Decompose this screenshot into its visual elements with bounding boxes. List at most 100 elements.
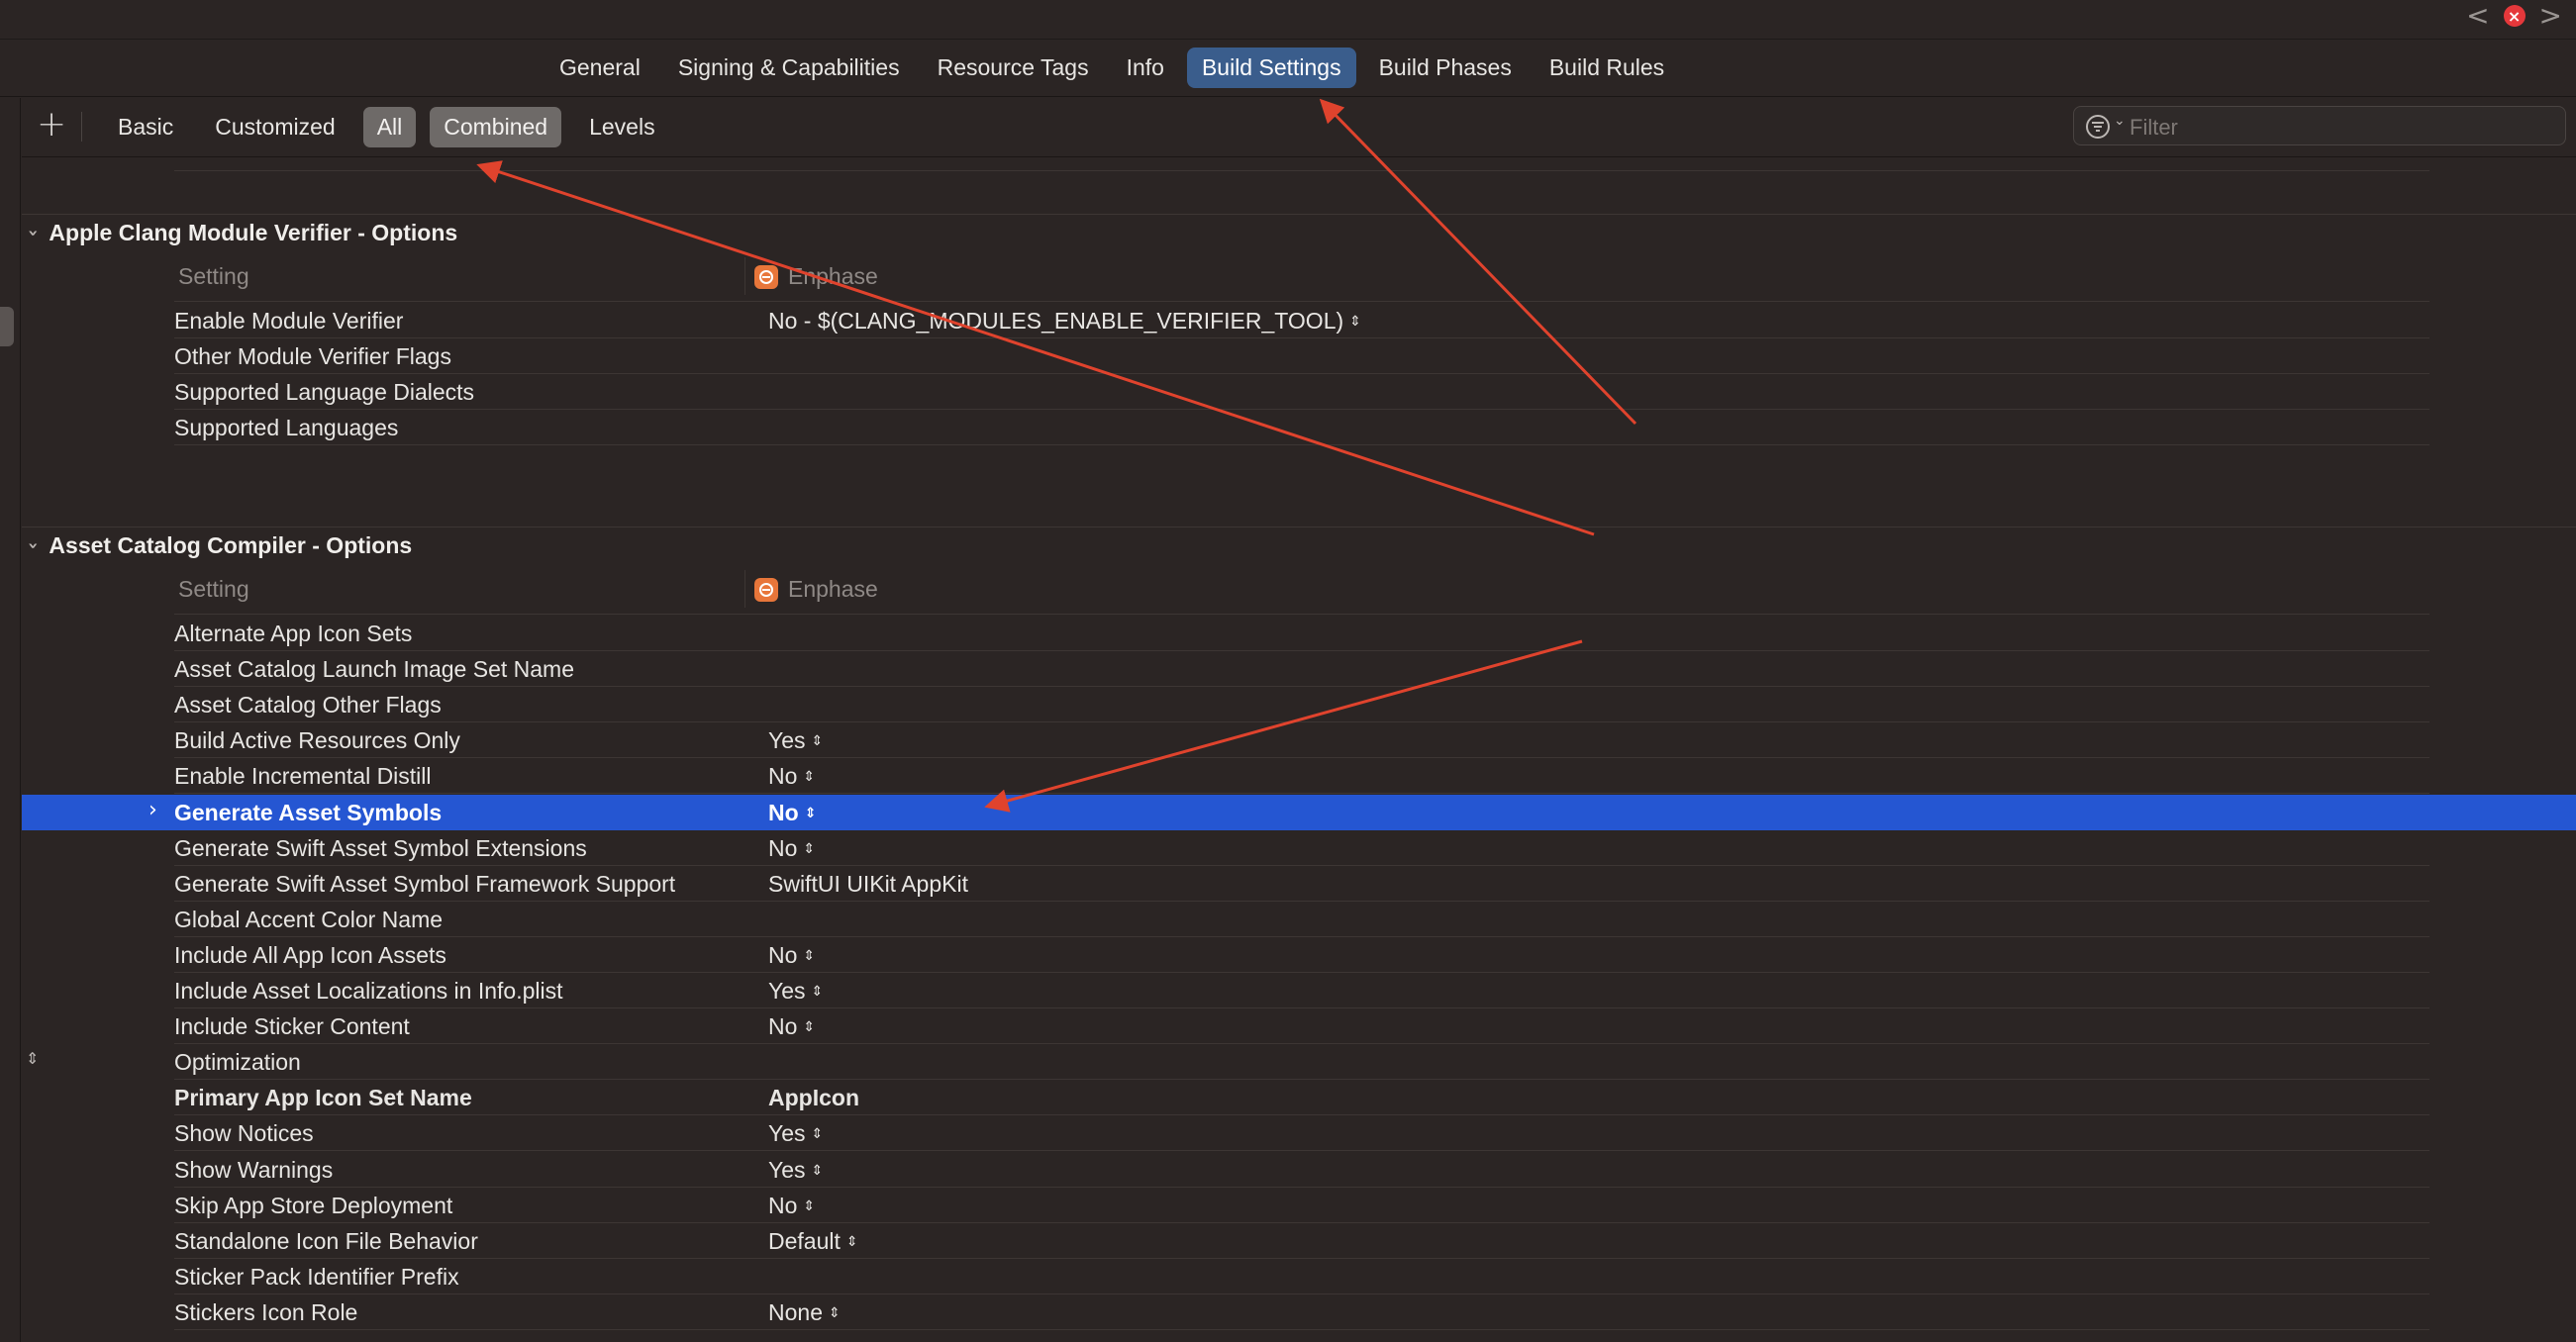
setting-name: Stickers Icon Role — [174, 1298, 358, 1325]
setting-row[interactable]: › Generate Asset Symbols No ⇕ — [22, 794, 2576, 830]
section-title: Apple Clang Module Verifier - Options — [49, 220, 458, 245]
tab-resource-tags[interactable]: Resource Tags — [923, 48, 1104, 88]
tab-build-rules[interactable]: Build Rules — [1535, 48, 1679, 88]
segment-basic[interactable]: Basic — [104, 107, 187, 147]
setting-row[interactable]: Optimization — [22, 1044, 2576, 1081]
column-header-setting: Setting — [178, 576, 249, 602]
setting-value-text: Yes — [768, 1120, 806, 1147]
up-down-chevron-icon[interactable]: ⇕ — [803, 1019, 815, 1035]
divider — [174, 301, 2429, 302]
forward-arrow-icon[interactable]: > — [2539, 2, 2562, 30]
setting-value[interactable]: Yes ⇕ — [768, 1120, 823, 1147]
up-down-chevron-icon[interactable]: ⇕ — [812, 1126, 824, 1142]
setting-row[interactable]: Generate Swift Asset Symbol Extensions No… — [22, 830, 2576, 866]
up-down-chevron-icon[interactable]: ⇕ — [803, 1198, 815, 1214]
segment-all[interactable]: All — [362, 107, 417, 147]
setting-row[interactable]: Supported Languages — [22, 410, 2576, 446]
sidebar-resize-handle[interactable] — [0, 307, 14, 346]
up-down-chevron-icon[interactable]: ⇕ — [846, 1234, 858, 1250]
tab-build-settings[interactable]: Build Settings — [1186, 48, 1356, 88]
setting-name: Sticker Pack Identifier Prefix — [174, 1263, 459, 1290]
tab-info[interactable]: Info — [1112, 48, 1179, 88]
up-down-chevron-icon[interactable]: ⇕ — [812, 984, 824, 1000]
setting-value-text: Yes — [768, 1156, 806, 1183]
chevron-down-icon[interactable]: ⌄ — [2114, 113, 2126, 129]
tab-build-phases[interactable]: Build Phases — [1364, 48, 1527, 88]
setting-value[interactable]: None ⇕ — [768, 1299, 841, 1326]
setting-row[interactable]: Supported Language Dialects — [22, 374, 2576, 411]
setting-name: Generate Swift Asset Symbol Extensions — [174, 834, 587, 861]
setting-row[interactable]: Other Module Verifier Flags — [22, 338, 2576, 375]
up-down-chevron-icon[interactable]: ⇕ — [812, 733, 824, 749]
up-down-chevron-icon[interactable]: ⇕ — [805, 806, 817, 821]
target-name: Enphase — [788, 263, 878, 289]
setting-row[interactable]: Sticker Pack Identifier Prefix — [22, 1259, 2576, 1294]
column-header-setting: Setting — [178, 263, 249, 289]
up-down-chevron-icon[interactable]: ⇕ — [1349, 314, 1361, 330]
column-divider — [744, 257, 745, 295]
setting-row[interactable]: Generate Swift Asset Symbol Framework Su… — [22, 866, 2576, 902]
setting-value[interactable]: Yes ⇕ — [768, 978, 823, 1005]
setting-value[interactable]: Default ⇕ — [768, 1228, 858, 1255]
up-down-chevron-icon[interactable]: ⇕ — [803, 948, 815, 964]
setting-row[interactable]: Stickers Icon Role None ⇕ — [22, 1294, 2576, 1330]
setting-value[interactable]: No ⇕ — [768, 1193, 815, 1219]
setting-row[interactable]: Enable Incremental Distill No ⇕ — [22, 758, 2576, 795]
close-icon[interactable]: × — [2503, 5, 2526, 27]
setting-row[interactable]: Asset Catalog Launch Image Set Name — [22, 651, 2576, 688]
setting-name: Optimization — [174, 1049, 301, 1076]
segment-customized[interactable]: Customized — [201, 107, 348, 147]
chevron-down-icon[interactable]: › — [23, 230, 44, 237]
tab-general[interactable]: General — [545, 48, 655, 88]
up-down-chevron-icon[interactable]: ⇕ — [803, 841, 815, 857]
setting-row[interactable]: Enable Module Verifier No - $(CLANG_MODUL… — [22, 303, 2576, 338]
setting-row[interactable]: Build Active Resources Only Yes ⇕ — [22, 722, 2576, 759]
setting-value[interactable]: No ⇕ — [768, 800, 816, 826]
setting-value[interactable]: No ⇕ — [768, 835, 815, 862]
tab-signing-capabilities[interactable]: Signing & Capabilities — [663, 48, 915, 88]
setting-row[interactable]: Alternate App Icon Sets — [22, 616, 2576, 651]
window-top-strip: < × > — [0, 0, 2576, 40]
section-header[interactable]: › Apple Clang Module Verifier - Options — [23, 220, 458, 246]
segment-levels[interactable]: Levels — [575, 107, 668, 147]
setting-name: Build Active Resources Only — [174, 727, 460, 754]
up-down-chevron-icon[interactable]: ⇕ — [812, 1163, 824, 1179]
setting-row[interactable]: Show Warnings Yes ⇕ — [22, 1152, 2576, 1188]
setting-name: Generate Swift Asset Symbol Framework Su… — [174, 870, 676, 897]
segment-combined[interactable]: Combined — [430, 107, 562, 147]
add-setting-icon[interactable]: + — [37, 104, 66, 144]
gutter-divider — [20, 98, 21, 1342]
setting-name: Show Notices — [174, 1120, 314, 1147]
column-divider — [744, 570, 745, 608]
setting-value-text: Default — [768, 1227, 841, 1254]
setting-row[interactable]: Skip App Store Deployment No ⇕ — [22, 1188, 2576, 1223]
setting-row[interactable]: Include All App Icon Assets No ⇕ — [22, 937, 2576, 973]
setting-row[interactable]: Include Asset Localizations in Info.plis… — [22, 973, 2576, 1008]
setting-name: Primary App Icon Set Name — [174, 1085, 472, 1111]
filter-input[interactable]: ⌄ Filter — [2073, 106, 2566, 145]
window-nav: < × > — [2466, 2, 2562, 30]
setting-row[interactable]: Standalone Icon File Behavior Default ⇕ — [22, 1223, 2576, 1259]
setting-row[interactable]: Global Accent Color Name — [22, 902, 2576, 937]
up-down-chevron-icon[interactable]: ⇕ — [829, 1305, 841, 1321]
setting-row[interactable]: Include Sticker Content No ⇕ — [22, 1008, 2576, 1045]
setting-name: Show Warnings — [174, 1156, 334, 1183]
setting-value[interactable]: No ⇕ — [768, 763, 815, 790]
setting-value[interactable]: Yes ⇕ — [768, 727, 823, 754]
editor-tab-bar: General Signing & Capabilities Resource Ta… — [0, 40, 2576, 97]
divider — [174, 614, 2429, 615]
setting-value[interactable]: Yes ⇕ — [768, 1157, 823, 1184]
setting-row[interactable]: Asset Catalog Other Flags — [22, 687, 2576, 723]
up-down-chevron-icon[interactable]: ⇕ — [803, 769, 815, 785]
disclosure-chevron-icon[interactable]: › — [149, 798, 157, 822]
setting-value-text: No — [768, 941, 798, 968]
setting-value[interactable]: No ⇕ — [768, 942, 815, 969]
section-header[interactable]: › Asset Catalog Compiler - Options — [23, 532, 412, 559]
back-arrow-icon[interactable]: < — [2466, 2, 2489, 30]
toolbar-divider — [81, 112, 82, 142]
setting-row[interactable]: Show Notices Yes ⇕ — [22, 1115, 2576, 1152]
setting-value[interactable]: No ⇕ — [768, 1013, 815, 1040]
chevron-down-icon[interactable]: › — [23, 542, 44, 549]
setting-row[interactable]: Primary App Icon Set Name AppIcon — [22, 1080, 2576, 1116]
setting-value[interactable]: No - $(CLANG_MODULES_ENABLE_VERIFIER_TOO… — [768, 308, 1361, 335]
